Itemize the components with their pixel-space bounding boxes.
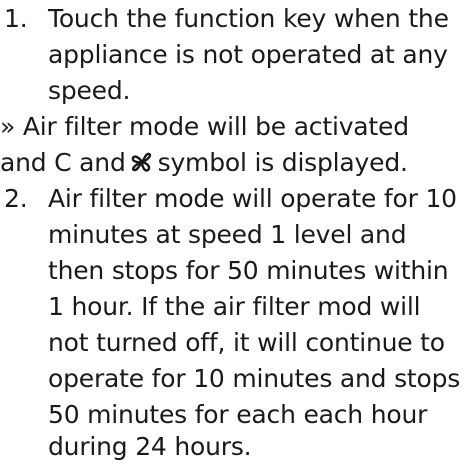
step-2-text: during 24 hours. [48,432,252,461]
step-2-text: 1 hour. If the air filter mod will [48,292,421,321]
step-1-text: speed. [48,76,131,105]
step-2-text: then stops for 50 minutes within [48,256,449,285]
step-1-number: 1. [4,4,28,33]
step-1-text: appliance is not operated at any [48,40,448,69]
result-text-after: symbol is displayed. [157,148,408,177]
step-2-text: operate for 10 minutes and stops [48,364,461,393]
step-2-text: minutes at speed 1 level and [48,220,407,249]
step-2-number: 2. [4,184,28,213]
fan-icon [130,148,154,182]
result-text-before: and C and [0,148,126,177]
step-2-text: 50 minutes for each each hour [48,400,428,429]
result-text: » Air filter mode will be activated [0,112,409,141]
step-1-text: Touch the function key when the [48,4,449,33]
result-line-2: and C and symbol is displayed. [0,146,408,180]
step-2-text: not turned off, it will continue to [48,328,445,357]
step-2-text: Air filter mode will operate for 10 [48,184,457,213]
result-line-1: » Air filter mode will be activated [0,110,409,144]
